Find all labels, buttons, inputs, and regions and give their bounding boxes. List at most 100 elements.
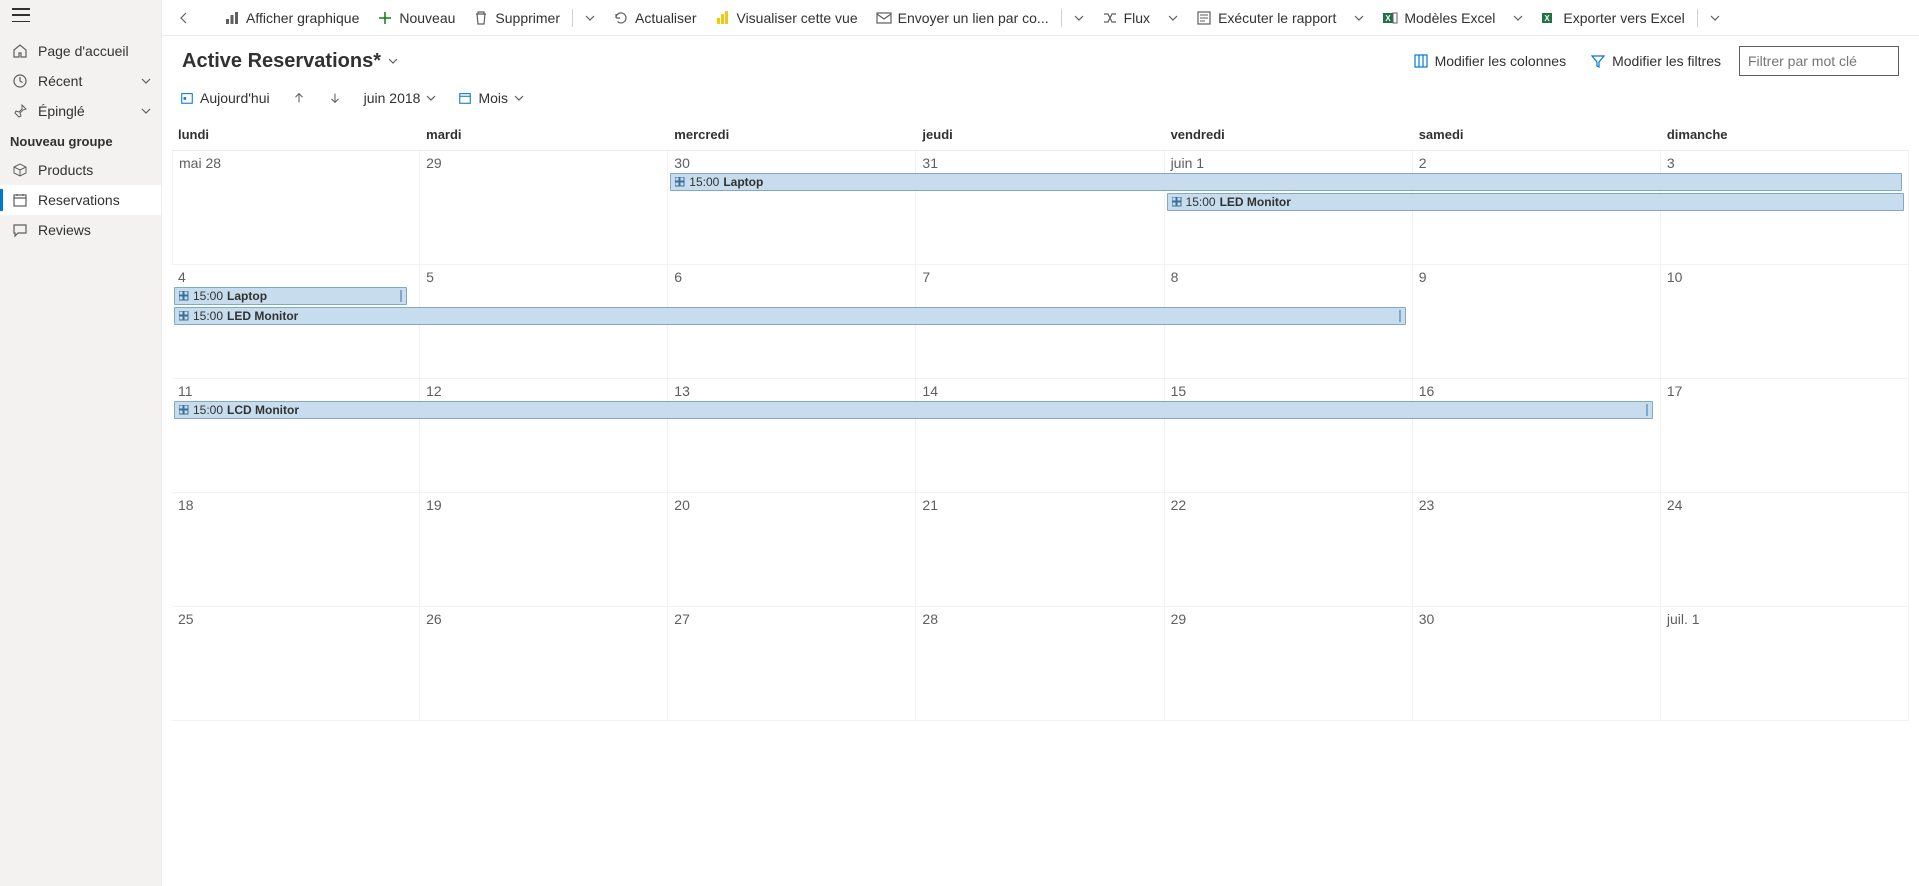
calendar-cell[interactable]: 18 — [172, 493, 420, 607]
delete-button[interactable]: Supprimer — [465, 3, 568, 33]
flow-dropdown[interactable] — [1160, 3, 1186, 33]
calendar-cell[interactable]: 13 — [668, 379, 916, 493]
refresh-icon — [613, 10, 629, 26]
event-lcd-monitor[interactable]: 15:00 LCD Monitor — [174, 401, 1653, 419]
date-label: 16 — [1419, 383, 1654, 399]
calendar-cell[interactable]: 19 — [420, 493, 668, 607]
new-button[interactable]: Nouveau — [369, 3, 463, 33]
calendar-cell[interactable]: 21 — [916, 493, 1164, 607]
today-label: Aujourd'hui — [200, 90, 270, 106]
run-report-button[interactable]: Exécuter le rapport — [1188, 3, 1344, 33]
calendar-cell[interactable]: mai 28 — [172, 151, 420, 265]
view-title-dropdown[interactable]: Active Reservations* — [182, 50, 399, 73]
entity-icon — [179, 405, 189, 415]
calendar-cell[interactable]: 10 — [1661, 265, 1909, 379]
more-commands-button[interactable] — [1730, 10, 1746, 26]
show-chart-button[interactable]: Afficher graphique — [216, 3, 367, 33]
calendar-cell[interactable]: 24 — [1661, 493, 1909, 607]
calendar-cell[interactable]: 25 — [172, 607, 420, 721]
calendar-cell[interactable]: 30 15:00 Laptop — [668, 151, 916, 265]
calendar-cell[interactable]: 29 — [420, 151, 668, 265]
event-led-monitor[interactable]: 15:00 LED Monitor — [174, 307, 1406, 325]
page-header: Active Reservations* Modifier les colonn… — [162, 36, 1919, 82]
chart-icon — [224, 10, 240, 26]
nav-home[interactable]: Page d'accueil — [0, 36, 161, 66]
calendar-cell[interactable]: 27 — [668, 607, 916, 721]
day-header: vendredi — [1165, 119, 1413, 150]
edit-filters-button[interactable]: Modifier les filtres — [1584, 49, 1727, 73]
calendar-cell[interactable]: 17 — [1661, 379, 1909, 493]
export-dropdown[interactable] — [1702, 3, 1728, 33]
svg-text:X: X — [1386, 14, 1392, 23]
email-dropdown[interactable] — [1066, 3, 1092, 33]
excel-templates-button[interactable]: X Modèles Excel — [1374, 3, 1503, 33]
today-button[interactable]: Aujourd'hui — [172, 86, 278, 110]
entity-icon — [179, 311, 189, 321]
calendar-cell[interactable]: 11 15:00 LCD Monitor — [172, 379, 420, 493]
nav-recent[interactable]: Récent — [0, 66, 161, 96]
report-dropdown[interactable] — [1346, 3, 1372, 33]
date-label: 12 — [426, 383, 661, 399]
date-label: 30 — [1419, 611, 1654, 627]
email-link-button[interactable]: Envoyer un lien par co... — [868, 3, 1057, 33]
calendar-cell[interactable]: 16 — [1413, 379, 1661, 493]
date-label: 4 — [178, 269, 413, 285]
calendar-cell[interactable]: 4 15:00 Laptop 15:00 LED Monitor — [172, 265, 420, 379]
calendar-cell[interactable]: 12 — [420, 379, 668, 493]
calendar-cell[interactable]: juin 1 15:00 LED Monitor — [1165, 151, 1413, 265]
calendar-cell[interactable]: 29 — [1165, 607, 1413, 721]
filter-icon — [1590, 53, 1606, 69]
event-time: 15:00 — [193, 289, 223, 303]
view-mode-picker[interactable]: Mois — [450, 86, 532, 110]
nav-reviews[interactable]: Reviews — [0, 215, 161, 245]
calendar-grid: mai 28 29 30 15:00 Laptop 31 juin 1 15:0… — [172, 151, 1909, 721]
hamburger-menu[interactable] — [12, 8, 30, 22]
prev-button[interactable] — [284, 87, 314, 109]
filter-keyword-input[interactable] — [1739, 46, 1899, 76]
month-picker[interactable]: juin 2018 — [356, 86, 445, 110]
mail-icon — [876, 10, 892, 26]
date-label: 17 — [1667, 383, 1902, 399]
event-title: LED Monitor — [1220, 195, 1291, 209]
nav-pinned[interactable]: Épinglé — [0, 96, 161, 126]
export-excel-button[interactable]: X Exporter vers Excel — [1533, 3, 1692, 33]
flow-button[interactable]: Flux — [1094, 3, 1158, 33]
day-header: dimanche — [1661, 119, 1909, 150]
event-laptop[interactable]: 15:00 Laptop — [174, 287, 407, 305]
event-led-monitor[interactable]: 15:00 LED Monitor — [1167, 193, 1904, 211]
nav-reservations[interactable]: Reservations — [0, 185, 161, 215]
calendar-cell[interactable]: 30 — [1413, 607, 1661, 721]
visualize-button[interactable]: Visualiser cette vue — [706, 3, 865, 33]
nav-products[interactable]: Products — [0, 155, 161, 185]
calendar-cell[interactable]: 28 — [916, 607, 1164, 721]
calendar-cell[interactable]: 23 — [1413, 493, 1661, 607]
day-header: lundi — [172, 119, 420, 150]
cmd-label: Exécuter le rapport — [1218, 10, 1336, 26]
calendar-cell[interactable]: 20 — [668, 493, 916, 607]
event-title: Laptop — [723, 175, 763, 189]
calendar-cell[interactable]: 15 — [1165, 379, 1413, 493]
refresh-button[interactable]: Actualiser — [605, 3, 704, 33]
nav-label: Page d'accueil — [38, 43, 129, 59]
cmd-label: Afficher graphique — [246, 10, 359, 26]
calendar-cell[interactable]: 9 — [1413, 265, 1661, 379]
chat-icon — [12, 222, 28, 238]
date-label: 24 — [1667, 497, 1902, 513]
back-button[interactable] — [168, 3, 200, 33]
date-label: 2 — [1419, 155, 1654, 171]
date-label: 25 — [178, 611, 413, 627]
trash-icon — [473, 10, 489, 26]
date-label: 8 — [1171, 269, 1406, 285]
next-button[interactable] — [320, 87, 350, 109]
plus-icon — [377, 10, 393, 26]
calendar-cell[interactable]: 14 — [916, 379, 1164, 493]
calendar-cell[interactable]: juil. 1 — [1661, 607, 1909, 721]
templates-dropdown[interactable] — [1505, 3, 1531, 33]
calendar-cell[interactable]: 26 — [420, 607, 668, 721]
event-laptop[interactable]: 15:00 Laptop — [670, 173, 1902, 191]
calendar-cell[interactable]: 22 — [1165, 493, 1413, 607]
delete-dropdown[interactable] — [577, 3, 603, 33]
date-label: 11 — [178, 383, 413, 399]
edit-columns-button[interactable]: Modifier les colonnes — [1407, 49, 1573, 73]
calendar-cell[interactable]: 31 — [916, 151, 1164, 265]
